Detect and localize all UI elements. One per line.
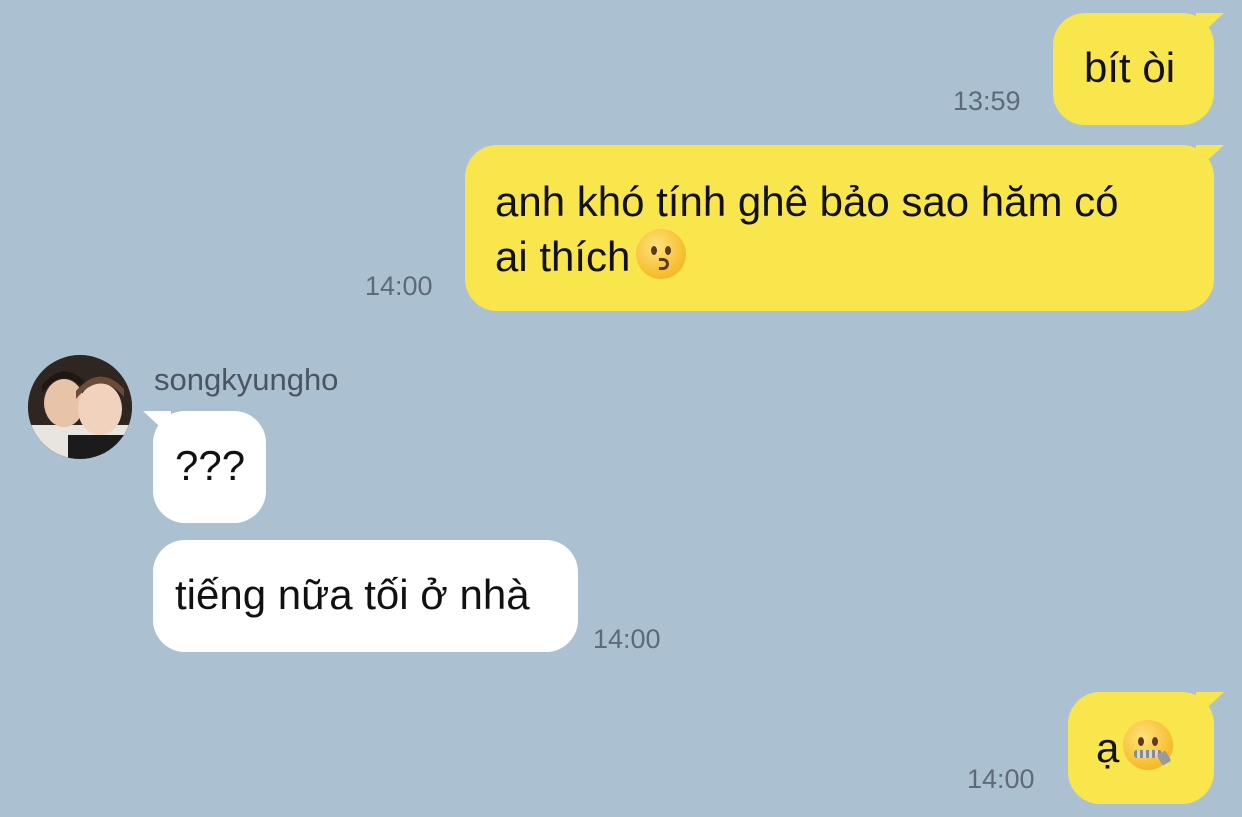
message-text: ạ (1096, 724, 1120, 771)
message-text-line: anh khó tính ghê bảo sao hăm có (495, 178, 1119, 225)
message-timestamp: 13:59 (953, 86, 1021, 116)
message-text: ai thích (495, 233, 631, 280)
outgoing-message-bubble[interactable]: anh khó tính ghê bảo sao hăm có ai thích (465, 145, 1224, 311)
bubble-tail (1196, 145, 1224, 171)
avatar[interactable] (28, 355, 132, 459)
message-text-line: ai thích (495, 229, 1194, 284)
incoming-message-bubble[interactable]: tiếng nữa tối ở nhà (153, 540, 578, 652)
incoming-message-bubble[interactable]: ??? (143, 411, 266, 523)
kissing-face-icon (636, 229, 687, 279)
message-timestamp: 14:00 (593, 624, 661, 654)
sender-name: songkyungho (154, 362, 339, 397)
avatar-photo-icon (28, 355, 132, 459)
message-timestamp: 14:00 (967, 764, 1035, 794)
bubble-tail (1196, 692, 1224, 718)
outgoing-message-bubble[interactable]: bít òi (1053, 13, 1224, 125)
outgoing-message-bubble[interactable]: ạ (1068, 692, 1224, 804)
message-text: ??? (175, 442, 246, 489)
message-text: tiếng nữa tối ở nhà (175, 571, 530, 618)
bubble-tail (143, 411, 171, 437)
message-timestamp: 14:00 (365, 271, 433, 301)
bubble-tail (1196, 13, 1224, 39)
message-text: bít òi (1084, 44, 1176, 91)
zipper-mouth-face-icon (1123, 720, 1174, 770)
